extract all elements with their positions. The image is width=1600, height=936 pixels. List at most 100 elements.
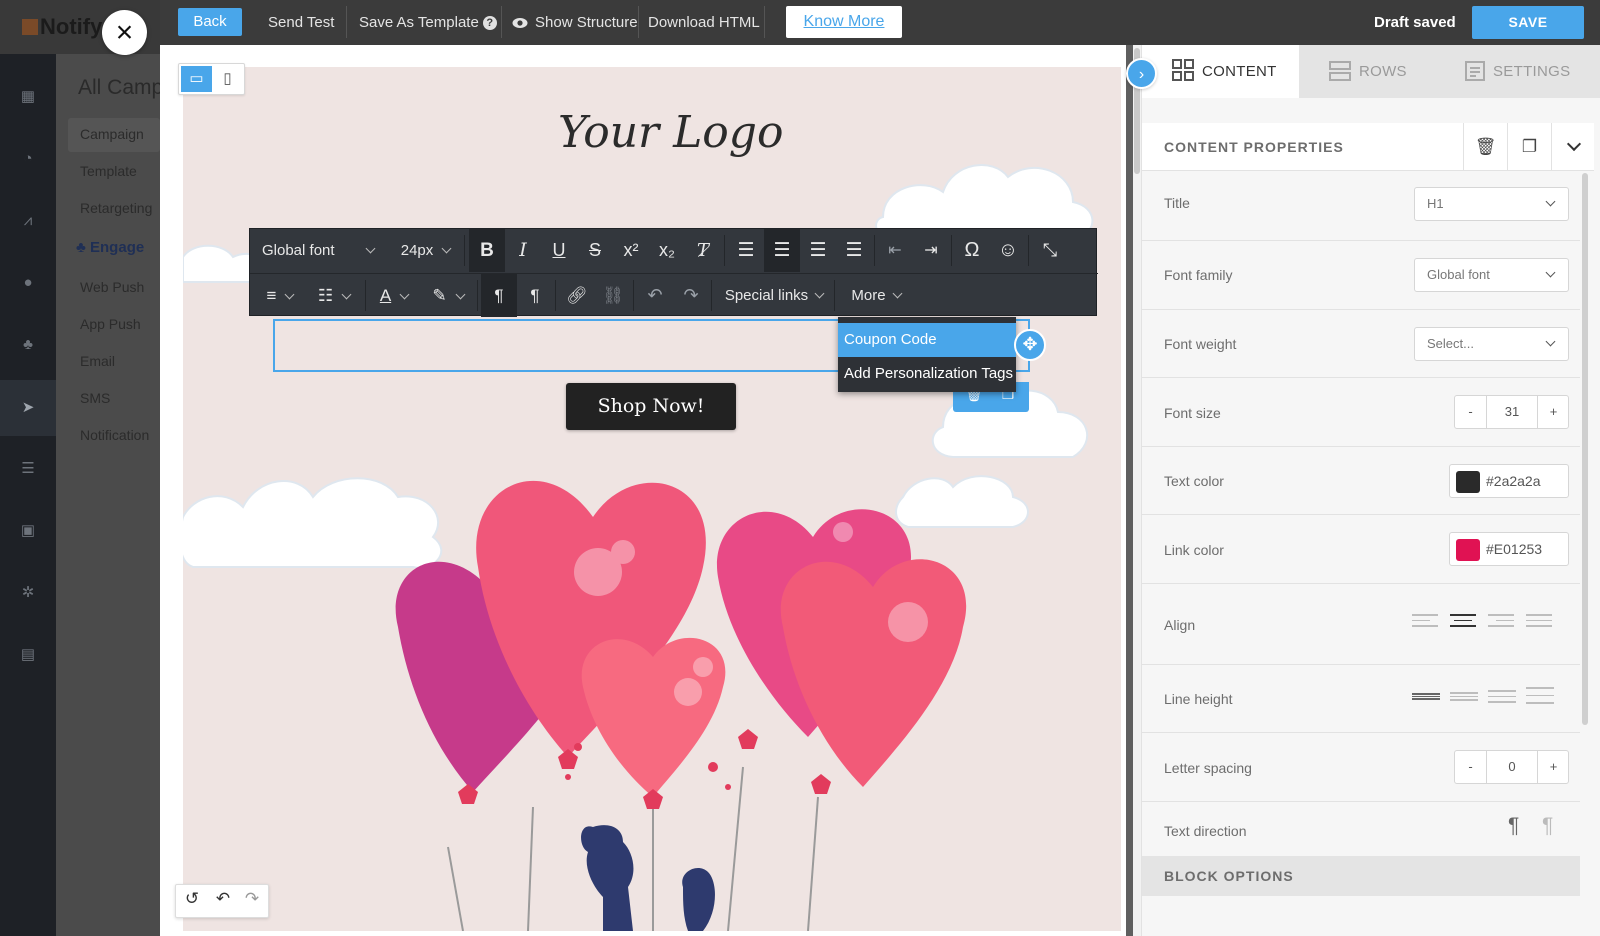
chevron-down-icon [341,289,352,300]
text-color-picker[interactable]: #2a2a2a [1449,464,1569,498]
undo-icon[interactable]: ↶ [209,889,237,909]
unordered-list-icon[interactable]: ☷ [308,274,360,317]
line-height-wide-icon[interactable] [1526,687,1554,704]
divider [365,280,366,311]
panel-scrollbar-thumb[interactable] [1582,173,1588,725]
highlight-icon[interactable]: ✎ [422,274,474,317]
ltr-icon[interactable]: ¶ [481,274,517,317]
indent-icon[interactable]: ⇥ [913,229,949,272]
title-select-value: H1 [1427,196,1444,211]
special-char-icon[interactable]: Ω [954,229,990,272]
collapse-icon[interactable]: ⤡ [1032,229,1068,272]
align-justify-icon[interactable]: ☰ [836,229,872,272]
desktop-view-icon[interactable]: ▭ [181,66,212,92]
send-test-button[interactable]: Send Test [268,0,334,45]
ltr-direction-icon[interactable]: ¶ [1508,814,1519,838]
font-size-dropdown[interactable]: 24px [388,229,463,272]
tab-content[interactable]: CONTENT [1142,45,1299,98]
redo-icon[interactable]: ↷ [238,889,266,909]
decrement-button[interactable]: - [1455,396,1487,428]
save-as-template-button[interactable]: Save As Template? [359,0,497,45]
rtl-direction-icon[interactable]: ¶ [1542,814,1553,838]
line-height-compact-icon[interactable] [1412,693,1440,709]
redo-icon[interactable]: ↷ [673,274,709,317]
font-weight-select-value: Select... [1427,336,1474,351]
link-color-picker[interactable]: #E01253 [1449,532,1569,566]
chevron-down-icon[interactable] [1551,123,1595,171]
email-canvas[interactable]: Your Logo [183,67,1121,931]
bold-icon[interactable]: B [469,229,505,272]
trash-icon[interactable]: 🗑︎ [1463,123,1507,171]
align-justify-icon[interactable] [1526,614,1552,630]
increment-button[interactable]: + [1537,396,1569,428]
know-more-link[interactable]: Know More [786,6,902,38]
gauge-icon: ◔ [23,150,33,167]
divider [834,280,835,311]
subscript-icon[interactable]: x₂ [649,229,685,272]
prop-line-height: Line height [1142,665,1580,733]
bg-menu-item: Notification [80,427,150,443]
canvas-scrollbar[interactable] [1133,45,1141,936]
line-height-loose-icon[interactable] [1488,690,1516,706]
align-left-icon[interactable] [1412,614,1438,630]
menu-item-coupon-code[interactable]: Coupon Code [838,323,1016,357]
italic-icon[interactable]: I [505,229,541,272]
line-height-normal-icon[interactable] [1450,692,1478,708]
font-family-dropdown[interactable]: Global font [250,229,388,272]
shop-now-button[interactable]: Shop Now! [566,383,736,430]
move-handle-icon[interactable]: ✥ [1014,329,1046,361]
bg-menu-item: Web Push [80,279,145,295]
strikethrough-icon[interactable]: S [577,229,613,272]
menu-item-personalization-tags[interactable]: Add Personalization Tags [838,357,1016,391]
undo-icon[interactable]: ↶ [637,274,673,317]
logo-placeholder[interactable]: Your Logo [558,107,783,158]
unlink-icon[interactable]: ⛓ [595,274,631,317]
superscript-icon[interactable]: x² [613,229,649,272]
chevron-down-icon [365,243,375,254]
panel-tabs: CONTENT ROWS SETTINGS [1142,45,1600,98]
emoji-icon[interactable]: ☺ [990,229,1026,272]
tab-rows-label: ROWS [1359,63,1407,80]
ordered-list-icon[interactable]: ≡ [254,274,306,317]
duplicate-icon[interactable]: ❐ [1507,123,1551,171]
title-select[interactable]: H1 [1414,187,1569,221]
align-center-icon[interactable] [1450,614,1476,630]
download-html-button[interactable]: Download HTML [648,0,760,45]
rtl-icon[interactable]: ¶ [517,274,553,317]
mobile-view-icon[interactable]: ▯ [212,66,243,92]
divider [464,235,465,266]
chevron-down-icon [1545,196,1556,207]
increment-button[interactable]: + [1537,751,1569,783]
block-options-header[interactable]: BLOCK OPTIONS [1142,856,1580,896]
back-button[interactable]: Back [178,8,242,36]
outdent-icon[interactable]: ⇤ [877,229,913,272]
tab-rows[interactable]: ROWS [1329,45,1479,98]
save-button[interactable]: SAVE [1472,6,1584,39]
save-as-template-label: Save As Template [359,14,479,31]
decrement-button[interactable]: - [1455,751,1487,783]
align-center-icon[interactable]: ☰ [764,229,800,272]
align-right-icon[interactable]: ☰ [800,229,836,272]
panel-collapse-icon[interactable]: › [1126,58,1157,89]
divider [477,280,478,311]
font-family-select[interactable]: Global font [1414,258,1569,292]
font-weight-select[interactable]: Select... [1414,327,1569,361]
show-structure-button[interactable]: Show Structure [512,0,638,45]
letter-spacing-input[interactable]: 0 [1487,751,1537,783]
special-links-dropdown[interactable]: Special links [716,274,832,317]
underline-icon[interactable]: U [541,229,577,272]
text-color-icon[interactable]: A [368,274,420,317]
more-dropdown[interactable]: More [838,274,914,317]
clear-format-icon[interactable]: T̷ [685,229,721,272]
link-icon[interactable]: 🔗︎ [559,274,595,317]
tab-settings[interactable]: SETTINGS [1465,45,1600,98]
font-size-input[interactable]: 31 [1487,396,1537,428]
tab-settings-label: SETTINGS [1493,63,1571,80]
divider [638,6,639,38]
align-left-icon[interactable]: ☰ [728,229,764,272]
align-right-icon[interactable] [1488,614,1514,630]
close-icon[interactable]: × [102,10,147,55]
history-icon[interactable]: ↺ [178,889,206,909]
bg-menu-item: Campaign [80,126,144,142]
show-structure-label: Show Structure [535,14,638,31]
